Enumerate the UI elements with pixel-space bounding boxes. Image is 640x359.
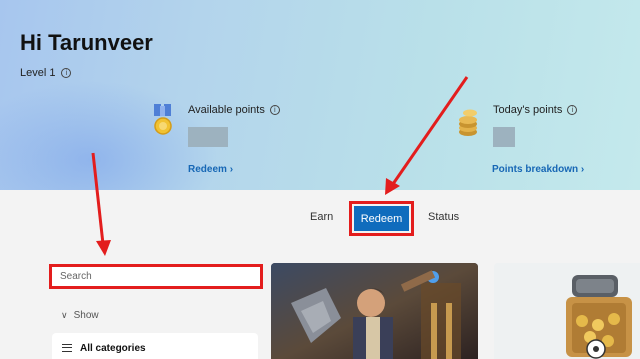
- greeting-title: Hi Tarunveer: [20, 30, 153, 55]
- available-points-label-row: Available points i: [188, 104, 280, 116]
- redeem-link-label: Redeem: [188, 164, 227, 175]
- search-placeholder: Search: [60, 271, 92, 282]
- reward-card-coins[interactable]: [494, 263, 640, 359]
- reward-card-coins-image: [494, 263, 640, 359]
- todays-points-card: Today's points i: [456, 104, 578, 147]
- available-points-label: Available points: [188, 104, 265, 116]
- search-input[interactable]: Search: [49, 264, 263, 289]
- show-label: Show: [73, 310, 99, 321]
- chevron-down-icon: ∨: [61, 310, 68, 320]
- available-points-card: Available points i: [150, 104, 280, 147]
- todays-points-value-redacted: [493, 127, 515, 147]
- chevron-right-icon: ›: [229, 164, 234, 175]
- tab-redeem-highlight: Redeem: [349, 201, 414, 236]
- level-label: Level 1: [20, 67, 56, 79]
- tab-earn[interactable]: Earn: [310, 211, 333, 223]
- coins-icon: [459, 109, 477, 136]
- medal-icon: [154, 104, 172, 135]
- points-breakdown-link-label: Points breakdown: [492, 164, 579, 175]
- info-icon[interactable]: i: [567, 105, 578, 115]
- rewards-hero: Hi Tarunveer Level 1 i Available points …: [0, 0, 640, 190]
- chevron-right-icon: ›: [580, 164, 585, 175]
- category-all-label: All categories: [80, 342, 146, 354]
- reward-card-game-image: [271, 263, 478, 359]
- reward-card-game[interactable]: [271, 263, 478, 359]
- available-points-value-redacted: [188, 127, 228, 147]
- info-icon[interactable]: i: [269, 105, 280, 115]
- level-row: Level 1 i: [20, 67, 72, 79]
- list-icon: [62, 344, 72, 352]
- redeem-link[interactable]: Redeem ›: [188, 164, 233, 175]
- todays-points-label: Today's points: [493, 104, 563, 116]
- tab-status[interactable]: Status: [428, 211, 459, 223]
- todays-points-label-row: Today's points i: [493, 104, 578, 116]
- show-toggle[interactable]: ∨ Show: [61, 310, 99, 321]
- points-breakdown-link[interactable]: Points breakdown ›: [492, 164, 584, 175]
- tab-redeem[interactable]: Redeem: [354, 206, 409, 231]
- info-icon[interactable]: i: [61, 68, 72, 78]
- category-all[interactable]: All categories: [52, 333, 258, 359]
